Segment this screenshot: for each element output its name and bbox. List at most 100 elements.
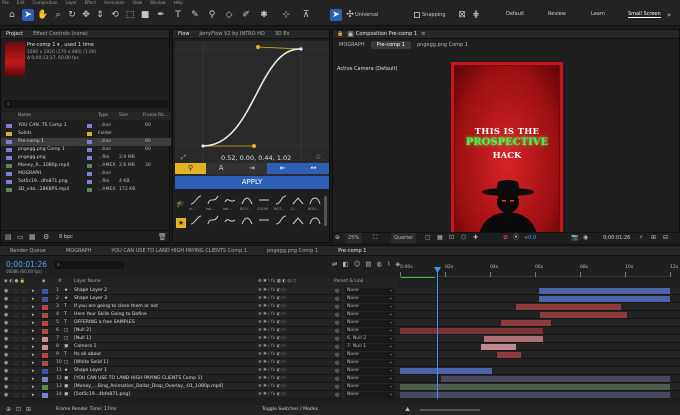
layer-duration-bar[interactable] <box>539 288 670 294</box>
layer-duration-bar[interactable] <box>540 312 627 318</box>
timeline-layer-row[interactable]: ◉ ▸ 6 □ [Null 2] ⊕ ✱ / fx ◐ ⬡ ◎ None ⌄ <box>0 327 680 335</box>
distribute-icon[interactable]: ⊼ <box>300 9 312 21</box>
layer-switches-icons[interactable]: ⊕ ✱ / fx ◐ ⬡ <box>258 351 286 358</box>
parent-dropdown[interactable]: None ⌄ <box>345 312 395 318</box>
visibility-eye-icon[interactable]: ◉ <box>4 391 8 398</box>
visibility-eye-icon[interactable]: ◉ <box>4 319 8 326</box>
solo-icon[interactable] <box>14 304 19 310</box>
layer-switches-icons[interactable]: ⊕ ✱ / fx ◐ ⬡ <box>258 287 286 294</box>
timeline-layer-row[interactable]: ◉ ▸ 3 T If you are going to close them or no… <box>0 303 680 311</box>
layer-switches-icons[interactable]: ⊕ ✱ / fx ◐ ⬡ <box>258 311 286 318</box>
expand-arrow-icon[interactable]: ▸ <box>32 327 35 334</box>
expand-arrow-icon[interactable]: ▸ <box>32 287 35 294</box>
motion-blur-icon[interactable]: ◍ <box>377 260 383 268</box>
expand-arrow-icon[interactable]: ▸ <box>32 295 35 302</box>
layer-duration-bar[interactable] <box>539 296 670 302</box>
project-list-item[interactable]: pngegg.png Comp 1 ...tion 60 <box>1 146 171 154</box>
pickwhip-icon[interactable]: ◎ <box>335 383 339 390</box>
lock-toggle[interactable] <box>22 368 27 374</box>
tab-jerryflow[interactable]: JerryFlow V2 by INTRO HD <box>194 30 269 38</box>
pickwhip-icon[interactable]: ◎ <box>335 375 339 382</box>
expand-arrow-icon[interactable]: ▸ <box>32 343 35 350</box>
3d-view-icon[interactable]: ⬡ <box>461 233 466 243</box>
preset-tile[interactable] <box>223 215 239 233</box>
favorites-star-icon[interactable]: ★ <box>176 218 186 228</box>
resolution-dropdown[interactable]: Quarter <box>391 233 417 243</box>
pickwhip-icon[interactable]: ◎ <box>335 351 339 358</box>
timeline-layer-row[interactable]: ◉ ▸ 2 ★ Shape Layer 3 ⊕ ✱ / fx ◐ ⬡ ◎ None ⌄ <box>0 295 680 303</box>
layer-label-color[interactable] <box>42 376 48 382</box>
layer-label-color[interactable] <box>42 288 48 294</box>
dolly-tool-icon[interactable]: ⇕ <box>94 9 106 21</box>
solo-icon[interactable] <box>14 336 19 342</box>
layer-label-color[interactable] <box>42 368 48 374</box>
project-list-item[interactable]: pngegg.png ...file 2.9 MB <box>1 154 171 162</box>
exposure-icon[interactable]: ⦿ <box>513 233 519 243</box>
layer-duration-bar[interactable] <box>400 368 492 374</box>
graduation-cap-icon[interactable]: 🎓 <box>176 200 185 208</box>
layer-duration-bar[interactable] <box>483 336 544 342</box>
solo-icon[interactable] <box>14 352 19 358</box>
solo-icon[interactable] <box>14 328 19 334</box>
pickwhip-icon[interactable]: ◎ <box>335 287 339 294</box>
layer-duration-bar[interactable] <box>400 392 670 398</box>
visibility-eye-icon[interactable]: ◉ <box>4 311 8 318</box>
preset-tile[interactable] <box>257 215 273 233</box>
delete-icon[interactable]: 🗑 <box>158 233 167 241</box>
layer-name[interactable]: [YOU CAN USE TO LAND HIGH PAYING CLIENTS… <box>74 375 202 382</box>
preset-tile[interactable] <box>291 215 307 233</box>
draft-3d-icon[interactable]: ◧ <box>342 260 348 268</box>
clone-stamp-icon[interactable]: ⚲ <box>206 9 218 21</box>
layer-duration-bar[interactable] <box>400 328 544 334</box>
project-list-item[interactable]: 5ot5c19...dfe871.png ...file 4 KB <box>1 178 171 186</box>
preset-tile[interactable]: twi... <box>223 195 239 213</box>
solo-icon[interactable] <box>14 360 19 366</box>
ease-in-icon[interactable]: A <box>205 163 237 174</box>
pickwhip-icon[interactable]: ◎ <box>335 295 339 302</box>
universal-label[interactable]: Universal <box>355 9 381 21</box>
layer-duration-bar[interactable] <box>440 376 670 382</box>
interpret-footage-icon[interactable]: ▤ <box>5 233 12 241</box>
selection-tool-icon[interactable]: ➤ <box>22 9 34 21</box>
solo-icon[interactable] <box>14 384 19 390</box>
lock-toggle[interactable] <box>22 344 27 350</box>
workspace-default[interactable]: Default <box>506 11 524 17</box>
preset-tile[interactable]: twi... <box>206 195 222 213</box>
home-icon[interactable]: ⌂ <box>6 9 18 21</box>
layer-switches-icons[interactable]: ⊕ ✱ / fx ◐ ⬡ <box>258 295 286 302</box>
parent-dropdown[interactable]: None ⌄ <box>345 376 395 382</box>
hand-tool-icon[interactable]: ✋ <box>37 9 49 21</box>
layer-label-color[interactable] <box>42 312 48 318</box>
layer-switches-icons[interactable]: ⊕ ✱ / fx ◐ ⬡ <box>258 303 286 310</box>
solo-icon[interactable] <box>14 312 19 318</box>
apply-button[interactable]: APPLY <box>175 176 329 189</box>
preset-tile[interactable]: BOU... <box>240 195 256 213</box>
comp-flowchart-icon[interactable]: ⇄ <box>332 260 337 268</box>
visibility-eye-icon[interactable]: ◉ <box>4 327 8 334</box>
layer-name[interactable]: [White Solid 1] <box>74 359 108 366</box>
expand-arrow-icon[interactable]: ▸ <box>32 303 35 310</box>
workspace-learn[interactable]: Learn <box>591 11 605 17</box>
snapshot-icon[interactable]: 📷 <box>571 233 578 243</box>
ease-out-icon[interactable]: ⇥ <box>236 163 268 174</box>
lock-toggle[interactable] <box>22 304 27 310</box>
layer-label-color[interactable] <box>42 336 48 342</box>
parent-dropdown[interactable]: 7. Null 1 ⌄ <box>345 344 395 350</box>
col-name[interactable]: Name <box>18 112 31 120</box>
reset-exposure-icon[interactable]: ⊟ <box>663 233 668 243</box>
timeline-tab[interactable]: Render Queue <box>0 246 56 255</box>
visibility-eye-icon[interactable]: ◉ <box>4 303 8 310</box>
lock-toggle[interactable] <box>22 296 27 302</box>
preset-tile[interactable] <box>206 215 222 233</box>
expand-arrow-icon[interactable]: ▸ <box>32 391 35 398</box>
layer-name[interactable]: [Null 1] <box>74 335 91 342</box>
color-channels-icon[interactable]: ✿ <box>503 233 508 243</box>
expand-icon[interactable]: ⤢ <box>181 154 186 162</box>
solo-icon[interactable] <box>14 368 19 374</box>
project-list-item[interactable]: 3D_vito...28KBPS.mp4 ...AMEX 172 KB <box>1 186 171 194</box>
pickwhip-icon[interactable]: ◎ <box>335 391 339 398</box>
zoom-dropdown[interactable]: 25% <box>345 233 363 243</box>
project-list-item[interactable]: YOU CAN..TS Comp 1 ...tion 60 <box>1 122 171 130</box>
anchor-tool-icon[interactable]: ⬚ <box>124 9 136 21</box>
tab-flow[interactable]: Flow <box>173 30 194 38</box>
